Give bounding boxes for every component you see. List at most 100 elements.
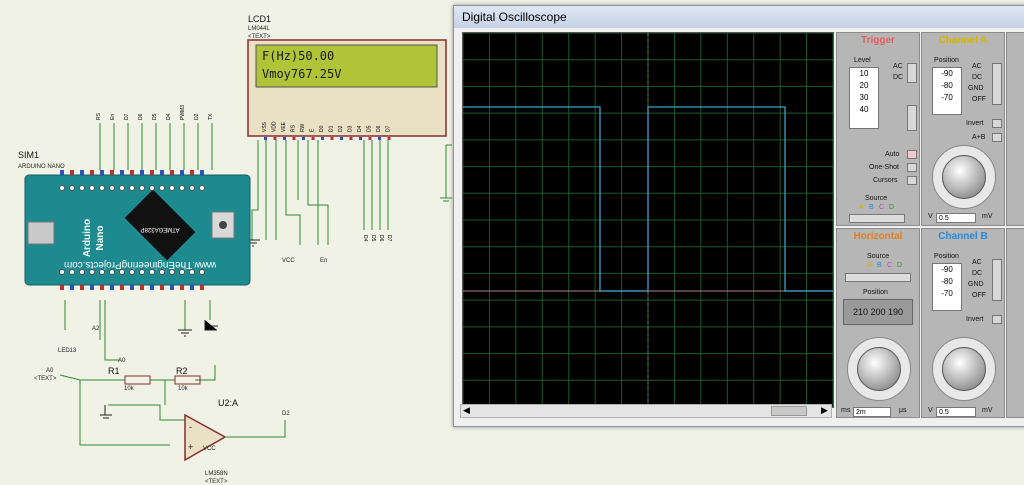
bottom-header-pin: [70, 285, 74, 290]
bottom-header-pin: [80, 285, 84, 290]
bottom-header-hole: [99, 269, 105, 275]
window-title: Digital Oscilloscope: [454, 6, 1024, 28]
top-pin-label-rs: RS: [96, 112, 102, 120]
top-header-hole: [129, 185, 135, 191]
channel-b-dc: DC: [972, 270, 983, 277]
level-tick-30: 30: [859, 93, 869, 102]
channel-a-value[interactable]: 0.5: [936, 213, 976, 223]
channel-a-invert-button[interactable]: [992, 119, 1002, 128]
lcd-text-tag: <TEXT>: [248, 34, 271, 40]
scroll-thumb[interactable]: [771, 406, 807, 416]
trigger-src-c[interactable]: C: [879, 204, 884, 211]
bottom-header-pin: [120, 285, 124, 290]
horizontal-src-b[interactable]: B: [877, 262, 882, 269]
trigger-source-slider[interactable]: [849, 214, 905, 223]
trigger-level-slider[interactable]: 10 20 30 40: [849, 67, 879, 129]
top-header-hole: [69, 185, 75, 191]
cursors-button[interactable]: [907, 176, 917, 185]
lcd-pin-d2: D2: [338, 125, 344, 132]
scope-screen: [462, 32, 834, 408]
led13-label: LED13: [58, 348, 77, 354]
top-header-pin: [120, 170, 124, 175]
oscilloscope-window[interactable]: Digital Oscilloscope ◀ ▶ Trigger Level 1…: [453, 5, 1024, 427]
hpos-210: 210: [852, 307, 868, 317]
channel-a-unit: mV: [982, 213, 993, 220]
channel-a-invert-label: Invert: [966, 120, 984, 127]
horizontal-src-c[interactable]: C: [887, 262, 892, 269]
lcd-pin-rw: RW: [300, 123, 306, 132]
bottom-header-hole: [159, 269, 165, 275]
top-header-hole: [189, 185, 195, 191]
hpos-190: 190: [888, 307, 904, 317]
top-header-hole: [179, 185, 185, 191]
horizontal-time-knob[interactable]: [857, 347, 901, 391]
top-header-hole: [89, 185, 95, 191]
channel-b-position-label: Position: [934, 253, 959, 260]
horizontal-src-d[interactable]: D: [897, 262, 902, 269]
channel-b-volts-knob[interactable]: [942, 347, 986, 391]
horizontal-source-slider[interactable]: [845, 273, 911, 282]
channel-a-position-slider[interactable]: -90 -80 -70: [932, 67, 962, 115]
d2-label-out: D2: [282, 411, 290, 417]
lcd-line-2: Vmoy767.25V: [262, 67, 341, 81]
a0-label-top: A0: [118, 358, 126, 364]
top-header-hole: [59, 185, 65, 191]
top-pin-labels: RS En D7 D6 D5 D4 PWM3 D2 TX: [96, 105, 214, 170]
trigger-src-b[interactable]: B: [869, 204, 874, 211]
trigger-src-a[interactable]: A: [859, 204, 864, 211]
bottom-header-hole: [129, 269, 135, 275]
trigger-title: Trigger: [861, 35, 895, 46]
horizontal-src-a[interactable]: A: [867, 262, 872, 269]
trigger-src-d[interactable]: D: [889, 204, 894, 211]
channel-b-ac: AC: [972, 259, 982, 266]
oneshot-button[interactable]: [907, 163, 917, 172]
bottom-header-hole: [119, 269, 125, 275]
channel-b-gnd: GND: [968, 281, 984, 288]
level-label: Level: [854, 57, 871, 64]
bottom-header-hole: [89, 269, 95, 275]
top-pin-label-pwm3: PWM3: [180, 105, 186, 120]
a-tick-70: -70: [941, 93, 953, 102]
channel-d-panel-partial: [1006, 228, 1024, 418]
horizontal-ms: ms: [841, 407, 851, 414]
lcd-pin-marker: [330, 137, 334, 140]
trigger-edge-switch[interactable]: [907, 105, 917, 131]
channel-b-position-slider[interactable]: -90 -80 -70: [932, 263, 962, 311]
top-pin-label-d6: D6: [138, 113, 144, 120]
scroll-right-icon[interactable]: ▶: [821, 405, 828, 416]
level-tick-40: 40: [859, 105, 869, 114]
resistor-r1[interactable]: [124, 375, 151, 385]
auto-button[interactable]: [907, 150, 917, 159]
channel-b-invert-button[interactable]: [992, 315, 1002, 324]
channel-a-apb-button[interactable]: [992, 133, 1002, 142]
top-header-pin: [60, 170, 64, 175]
bus-label-d5: D5: [370, 235, 376, 242]
top-pin-label-d2: D2: [194, 113, 200, 120]
r2-label: R2: [176, 366, 188, 376]
trigger-coupling-switch[interactable]: [907, 63, 917, 83]
lcd-pin-d3: D3: [348, 125, 354, 132]
lcd-pin-marker: [387, 137, 391, 140]
u2-text-tag: <TEXT>: [205, 479, 228, 485]
top-header-hole: [99, 185, 105, 191]
r1-value: 10k: [124, 386, 135, 392]
channel-a-volts-knob[interactable]: [942, 155, 986, 199]
channel-a-coupling-switch[interactable]: [992, 63, 1002, 105]
top-header-hole: [139, 185, 145, 191]
lcd-pin-marker: [292, 137, 296, 140]
scroll-left-icon[interactable]: ◀: [463, 405, 470, 416]
horizontal-position-wheel[interactable]: 210 200 190: [843, 299, 913, 325]
channel-b-title: Channel B: [938, 231, 988, 242]
schematic-canvas[interactable]: LCD1 LM044L <TEXT> F(Hz)50.00 Vmoy767.25…: [0, 0, 460, 485]
lcd-pin-vss: VSS: [262, 121, 268, 132]
channel-a-apb-label: A+B: [972, 134, 986, 141]
horizontal-value[interactable]: 2m: [853, 407, 891, 417]
top-header-pin: [110, 170, 114, 175]
horizontal-scrollbar[interactable]: ◀ ▶: [460, 404, 832, 418]
horizontal-source-label: Source: [867, 253, 890, 260]
bottom-header-hole: [109, 269, 115, 275]
top-header-pin: [70, 170, 74, 175]
channel-b-value[interactable]: 0.5: [936, 407, 976, 417]
a0-label: A0: [46, 368, 54, 374]
channel-b-coupling-switch[interactable]: [992, 259, 1002, 301]
